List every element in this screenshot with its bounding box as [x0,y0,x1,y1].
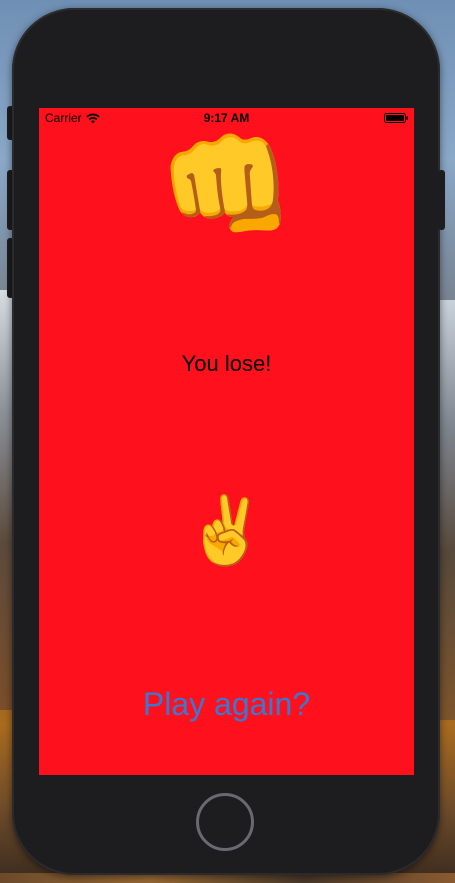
player-move-emoji: ✌️ [185,492,268,569]
computer-move-emoji: 👊 [158,121,295,249]
app-screen: Carrier 9:17 AM 👊 You lose! ✌️ Play agai… [39,108,414,775]
power-button[interactable] [438,170,445,230]
play-again-button[interactable]: Play again? [39,686,414,723]
home-button[interactable] [196,793,254,851]
result-label: You lose! [181,351,272,376]
battery-icon [384,113,408,123]
